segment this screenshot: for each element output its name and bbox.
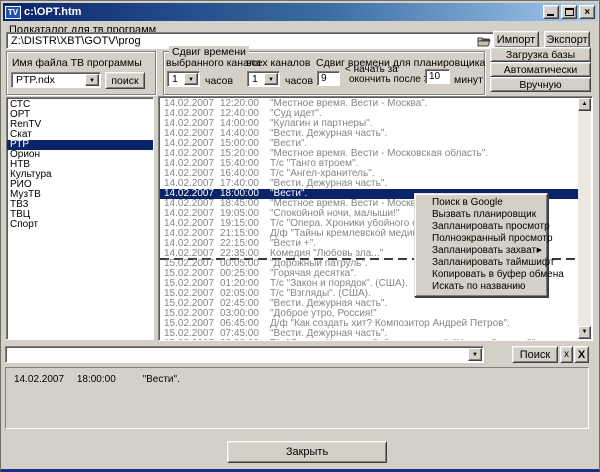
search-combo[interactable]: ▼ — [5, 346, 484, 363]
status-time: 18:00:00 — [77, 374, 116, 385]
scroll-down-button[interactable]: ▼ — [578, 326, 591, 339]
context-menu-item[interactable]: Запланировать захват▶ — [415, 245, 547, 257]
program-row[interactable]: 15.02.200708:00:00Т/с "Опера. Хроники уб… — [160, 339, 579, 341]
context-menu: Поиск в GoogleВызвать планировщикЗаплани… — [414, 193, 548, 297]
program-row[interactable]: 14.02.200714:40:00"Вести. Дежурная часть… — [160, 129, 579, 139]
channel-item[interactable]: МузТВ — [7, 190, 153, 200]
context-menu-item[interactable]: Запланировать таймшифт — [415, 257, 547, 269]
app-tv-icon: TV — [5, 6, 21, 19]
search-button[interactable]: Поиск — [512, 346, 558, 363]
end-after-input[interactable] — [425, 69, 450, 84]
program-row[interactable]: 15.02.200703:00:00"Доброе утро, Россия!" — [160, 309, 579, 319]
program-row[interactable]: 14.02.200712:20:00"Местное время. Вести … — [160, 99, 579, 109]
window-title: c:\OPT.htm — [24, 6, 541, 18]
channel-item[interactable]: Спорт — [7, 220, 153, 230]
channel-list[interactable]: СТСОРТRenTVСкатРТРОрионНТВКультураРИОМуз… — [6, 97, 154, 340]
minimize-button[interactable] — [543, 5, 559, 19]
program-row[interactable]: 14.02.200715:20:00"Местное время. Вести … — [160, 149, 579, 159]
close-search-button[interactable]: X — [574, 346, 589, 363]
search-input[interactable] — [7, 348, 465, 361]
file-name-panel: Имя файла ТВ программы PTP.ndx ▼ поиск — [6, 51, 156, 95]
scroll-up-button[interactable]: ▲ — [578, 98, 591, 111]
manual-button[interactable]: Вручную — [490, 77, 591, 92]
minutes-label: минут — [454, 74, 483, 86]
time-shift-group: Сдвиг времени выбранного канала 1 ▼ часо… — [163, 51, 485, 95]
program-row[interactable]: 14.02.200715:00:00"Вести". — [160, 139, 579, 149]
scroll-down-icon: ▼ — [582, 329, 588, 335]
import-button[interactable]: Импорт — [493, 31, 539, 48]
maximize-icon — [565, 8, 574, 16]
file-name-combo[interactable]: PTP.ndx ▼ — [11, 72, 101, 88]
hours-label-2: часов — [285, 75, 313, 87]
selected-channel-shift-combo[interactable]: 1 ▼ — [167, 71, 200, 87]
end-after-label: окончить после > — [349, 74, 430, 85]
start-before-input[interactable] — [317, 71, 340, 86]
file-name-value: PTP.ndx — [16, 74, 55, 86]
status-date: 14.02.2007 — [14, 374, 64, 385]
context-menu-item[interactable]: Копировать в буфер обмена — [415, 269, 547, 281]
context-menu-item[interactable]: Полноэкранный просмотр — [415, 233, 547, 245]
automatic-button[interactable]: Автоматически — [490, 62, 591, 77]
file-name-label: Имя файла ТВ программы — [12, 57, 142, 69]
program-row[interactable]: 14.02.200715:40:00Т/с "Танго втроем". — [160, 159, 579, 169]
status-panel: 14.02.2007 18:00:00 "Вести". — [5, 367, 589, 429]
clear-search-button[interactable]: x — [560, 346, 573, 363]
submenu-arrow-icon: ▶ — [537, 245, 542, 257]
status-text: 14.02.2007 18:00:00 "Вести". — [14, 374, 180, 385]
context-menu-item[interactable]: Поиск в Google — [415, 197, 547, 209]
chevron-down-icon[interactable]: ▼ — [184, 73, 198, 85]
hours-label-1: часов — [205, 75, 233, 87]
vertical-scrollbar[interactable]: ▲ ▼ — [578, 98, 591, 339]
window-controls: × — [541, 5, 595, 19]
close-icon: × — [580, 6, 594, 19]
close-dialog-button[interactable]: Закрыть — [227, 441, 387, 463]
program-row[interactable]: 14.02.200714:00:00"Кулагин и партнеры". — [160, 119, 579, 129]
selected-channel-shift-value: 1 — [172, 73, 178, 85]
file-search-button[interactable]: поиск — [105, 72, 145, 89]
scheduler-shift-label: Сдвиг времени для планировщика — [316, 57, 485, 69]
chevron-down-icon[interactable]: ▼ — [85, 74, 99, 86]
export-button[interactable]: Экспорт — [544, 31, 590, 48]
context-menu-item[interactable]: Запланировать просмотр — [415, 221, 547, 233]
context-menu-item[interactable]: Искать по названию — [415, 281, 547, 293]
program-row[interactable]: 14.02.200717:40:00"Вести. Дежурная часть… — [160, 179, 579, 189]
titlebar[interactable]: TV c:\OPT.htm × — [3, 3, 597, 21]
scroll-up-icon: ▲ — [582, 101, 588, 107]
chevron-down-icon[interactable]: ▼ — [468, 348, 482, 361]
open-folder-icon[interactable] — [477, 35, 491, 47]
program-row[interactable]: 15.02.200707:45:00"Вести. Дежурная часть… — [160, 329, 579, 339]
program-row[interactable]: 15.02.200706:45:00Д/ф "Как создать хит? … — [160, 319, 579, 329]
context-menu-item[interactable]: Вызвать планировщик — [415, 209, 547, 221]
program-row[interactable]: 15.02.200702:45:00"Вести. Дежурная часть… — [160, 299, 579, 309]
chevron-down-icon[interactable]: ▼ — [264, 73, 278, 85]
all-channels-label: всех каналов — [246, 57, 310, 69]
status-program: "Вести". — [143, 374, 180, 385]
load-db-button[interactable]: Загрузка базы — [490, 47, 591, 62]
all-channels-shift-value: 1 — [252, 73, 258, 85]
path-field-wrap — [6, 32, 495, 49]
minimize-icon — [547, 14, 554, 16]
all-channels-shift-combo[interactable]: 1 ▼ — [247, 71, 280, 87]
maximize-button[interactable] — [561, 5, 577, 19]
close-window-button[interactable]: × — [579, 5, 595, 19]
application-window: TV c:\OPT.htm × Подкаталог для тв програ… — [0, 0, 600, 472]
program-row[interactable]: 14.02.200712:40:00"Суд идет". — [160, 109, 579, 119]
program-row[interactable]: 14.02.200716:40:00Т/с "Ангел-хранитель". — [160, 169, 579, 179]
